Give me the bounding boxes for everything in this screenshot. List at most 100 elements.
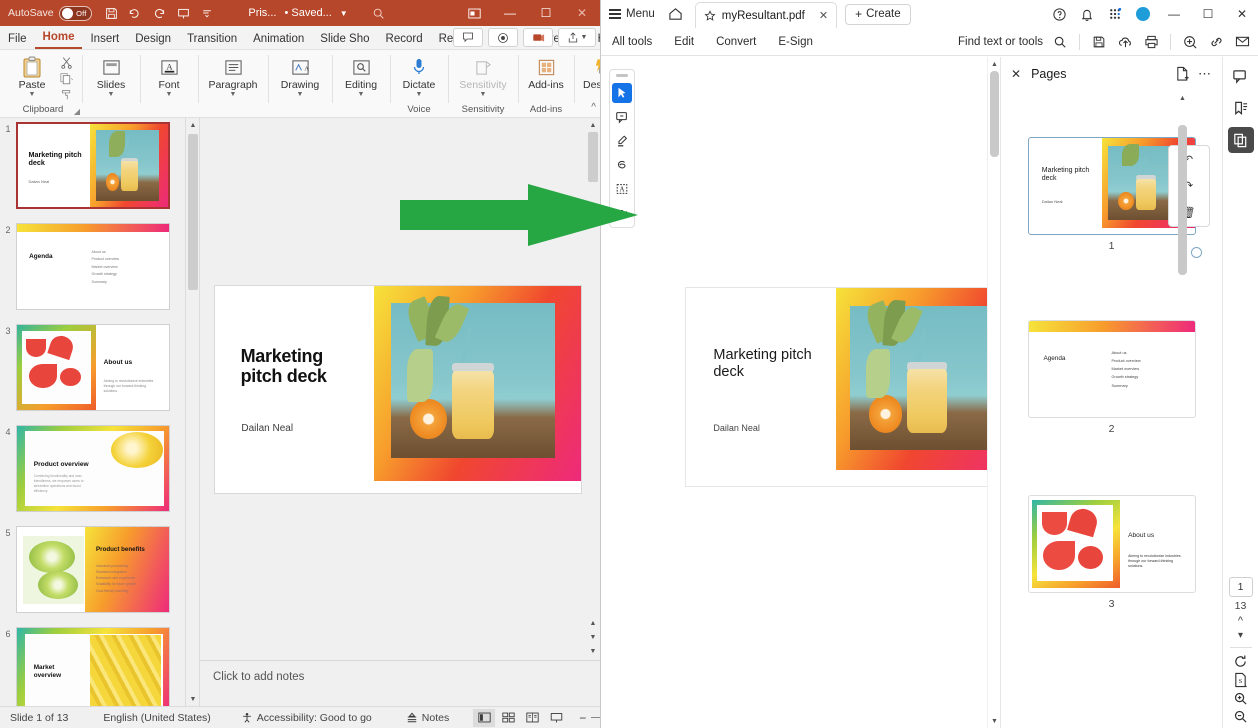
close-button[interactable]: ✕: [564, 0, 600, 26]
zoom-out-button[interactable]: −: [579, 711, 586, 725]
slide-sorter-icon[interactable]: [497, 709, 519, 727]
ribbon-display-options-icon[interactable]: [456, 0, 492, 26]
slide-title[interactable]: Marketing pitch deck: [241, 346, 327, 386]
scroll-up-arrow[interactable]: ▲: [586, 118, 600, 132]
document-name[interactable]: Pris...: [248, 7, 276, 19]
esign-button[interactable]: E-Sign: [767, 36, 824, 48]
save-icon[interactable]: [1087, 30, 1111, 54]
pdf-page-1[interactable]: Marketing pitch deck Dailan Neal: [685, 287, 1000, 487]
bookmarks-panel-icon[interactable]: [1228, 95, 1254, 121]
dictate-button[interactable]: Dictate ▼: [396, 53, 442, 99]
zoom-slider[interactable]: [591, 712, 600, 724]
page-thumbnail-2[interactable]: Agenda About us Product overview Market …: [1027, 320, 1196, 418]
drag-handle[interactable]: [616, 74, 628, 77]
editing-button[interactable]: Editing ▼: [338, 53, 384, 99]
chevron-down-icon[interactable]: ▼: [340, 9, 348, 18]
thumbnail-scrollbar[interactable]: ▲ ▼: [185, 118, 199, 706]
paragraph-button[interactable]: Paragraph ▼: [204, 53, 262, 99]
page-thumbnails-panel-icon[interactable]: [1227, 127, 1254, 153]
print-icon[interactable]: [1139, 30, 1163, 54]
copy-icon[interactable]: [53, 71, 79, 86]
acrobat-close-button[interactable]: ✕: [1226, 0, 1258, 28]
thumbnail-row[interactable]: 4 Product overview Combining functionali…: [0, 425, 199, 512]
slide-counter[interactable]: Slide 1 of 13: [0, 712, 78, 724]
next-slide-button[interactable]: ▼: [586, 630, 600, 644]
slide-thumbnail-5[interactable]: Product benefits Increased productivity …: [16, 526, 170, 613]
chevron-up-icon[interactable]: ^: [1238, 615, 1243, 627]
tab-insert[interactable]: Insert: [82, 31, 127, 49]
account-avatar[interactable]: [1130, 1, 1156, 27]
cut-icon[interactable]: [53, 55, 79, 70]
normal-view-icon[interactable]: [473, 708, 496, 727]
record-button[interactable]: [488, 28, 518, 47]
thumbnail-row[interactable]: 6 Market overview: [0, 627, 199, 706]
chevron-down-icon[interactable]: ▾: [1238, 630, 1243, 641]
notes-button[interactable]: Notes: [382, 712, 459, 724]
star-icon[interactable]: [704, 9, 716, 22]
tab-file[interactable]: File: [0, 31, 35, 49]
collapse-ribbon-icon[interactable]: ^: [591, 102, 596, 113]
drawing-button[interactable]: A Drawing ▼: [274, 53, 326, 99]
accessibility-status[interactable]: Accessibility: Good to go: [221, 712, 382, 724]
current-page-input[interactable]: 1: [1228, 577, 1253, 597]
page-thumbnail-3[interactable]: About us Aiming to revolutionize industr…: [1027, 495, 1196, 593]
slide-thumbnail-2[interactable]: Agenda About us Product overview Market …: [16, 223, 170, 310]
thumbnail-row[interactable]: 2 Agenda About us Product overview Marke…: [0, 223, 199, 310]
menu-button[interactable]: Menu: [601, 8, 663, 20]
sensitivity-button[interactable]: Sensitivity ▼: [454, 53, 512, 99]
insert-page-icon[interactable]: [1175, 66, 1190, 82]
language-indicator[interactable]: English (United States): [78, 712, 220, 724]
page-thumbnail-wrap[interactable]: Agenda About us Product overview Market …: [1027, 320, 1196, 435]
share-button[interactable]: ▼: [558, 28, 596, 47]
acrobat-minimize-button[interactable]: —: [1158, 0, 1190, 28]
notes-pane[interactable]: Click to add notes: [200, 660, 600, 706]
scroll-down-arrow[interactable]: ▼: [186, 692, 199, 706]
zoom-in-icon[interactable]: [1233, 691, 1248, 706]
add-ins-button[interactable]: Add-ins: [524, 53, 568, 91]
bell-icon[interactable]: [1074, 1, 1100, 27]
current-slide-canvas[interactable]: Marketing pitch deck Dailan Neal: [215, 286, 581, 493]
pages-panel-scrollbar[interactable]: ▲: [1178, 91, 1187, 708]
start-presentation-icon[interactable]: [176, 6, 191, 21]
email-icon[interactable]: [1230, 30, 1254, 54]
page-actions-icon[interactable]: S: [1233, 672, 1248, 688]
tab-animations[interactable]: Animation: [245, 31, 312, 49]
slide-thumbnail-3[interactable]: About us Aiming to revolutionize industr…: [16, 324, 170, 411]
autosave-switch[interactable]: Off: [58, 5, 92, 21]
slide-thumbnail-pane[interactable]: 1 Marketing pitch deck Dailan Neal 2 Age…: [0, 118, 200, 706]
autosave-toggle[interactable]: AutoSave Off: [8, 5, 92, 21]
document-tab[interactable]: myResultant.pdf ✕: [694, 2, 838, 28]
maximize-button[interactable]: ☐: [528, 0, 564, 26]
zoom-out-icon[interactable]: [1233, 709, 1248, 724]
search-icon[interactable]: [1048, 30, 1072, 54]
convert-button[interactable]: Convert: [705, 36, 767, 48]
undo-icon[interactable]: [128, 6, 143, 21]
scroll-up-arrow[interactable]: ▲: [1178, 91, 1187, 105]
thumbnail-row[interactable]: 3 About us Aiming to revolutionize indus…: [0, 324, 199, 411]
close-icon[interactable]: ✕: [1011, 67, 1021, 81]
comment-tool-button[interactable]: [612, 107, 632, 127]
select-tool-button[interactable]: [612, 83, 632, 103]
home-icon[interactable]: [663, 1, 689, 27]
rotate-icon[interactable]: [1233, 654, 1248, 669]
slides-button[interactable]: Slides ▼: [88, 53, 134, 99]
save-icon[interactable]: [104, 6, 119, 21]
tab-design[interactable]: Design: [127, 31, 179, 49]
apps-grid-icon[interactable]: [1102, 1, 1128, 27]
comment-panel-icon[interactable]: [1228, 63, 1254, 89]
selection-handle[interactable]: [1190, 247, 1202, 258]
tab-slide-show[interactable]: Slide Sho: [312, 31, 377, 49]
previous-slide-button[interactable]: ▲: [586, 616, 600, 630]
edit-button[interactable]: Edit: [663, 36, 705, 48]
paste-button[interactable]: Paste ▼: [9, 53, 55, 99]
slide-thumbnail-4[interactable]: Product overview Combining functionality…: [16, 425, 170, 512]
upload-cloud-icon[interactable]: [1113, 30, 1137, 54]
scroll-up-arrow[interactable]: ▲: [186, 118, 199, 132]
scrollbar-thumb[interactable]: [588, 132, 598, 182]
all-tools-button[interactable]: All tools: [601, 36, 663, 48]
tab-record[interactable]: Record: [378, 31, 431, 49]
highlight-tool-button[interactable]: [612, 131, 632, 151]
add-comment-icon[interactable]: [1178, 30, 1202, 54]
scroll-up-arrow[interactable]: ▲: [988, 57, 1000, 71]
font-button[interactable]: A Font ▼: [146, 53, 192, 99]
